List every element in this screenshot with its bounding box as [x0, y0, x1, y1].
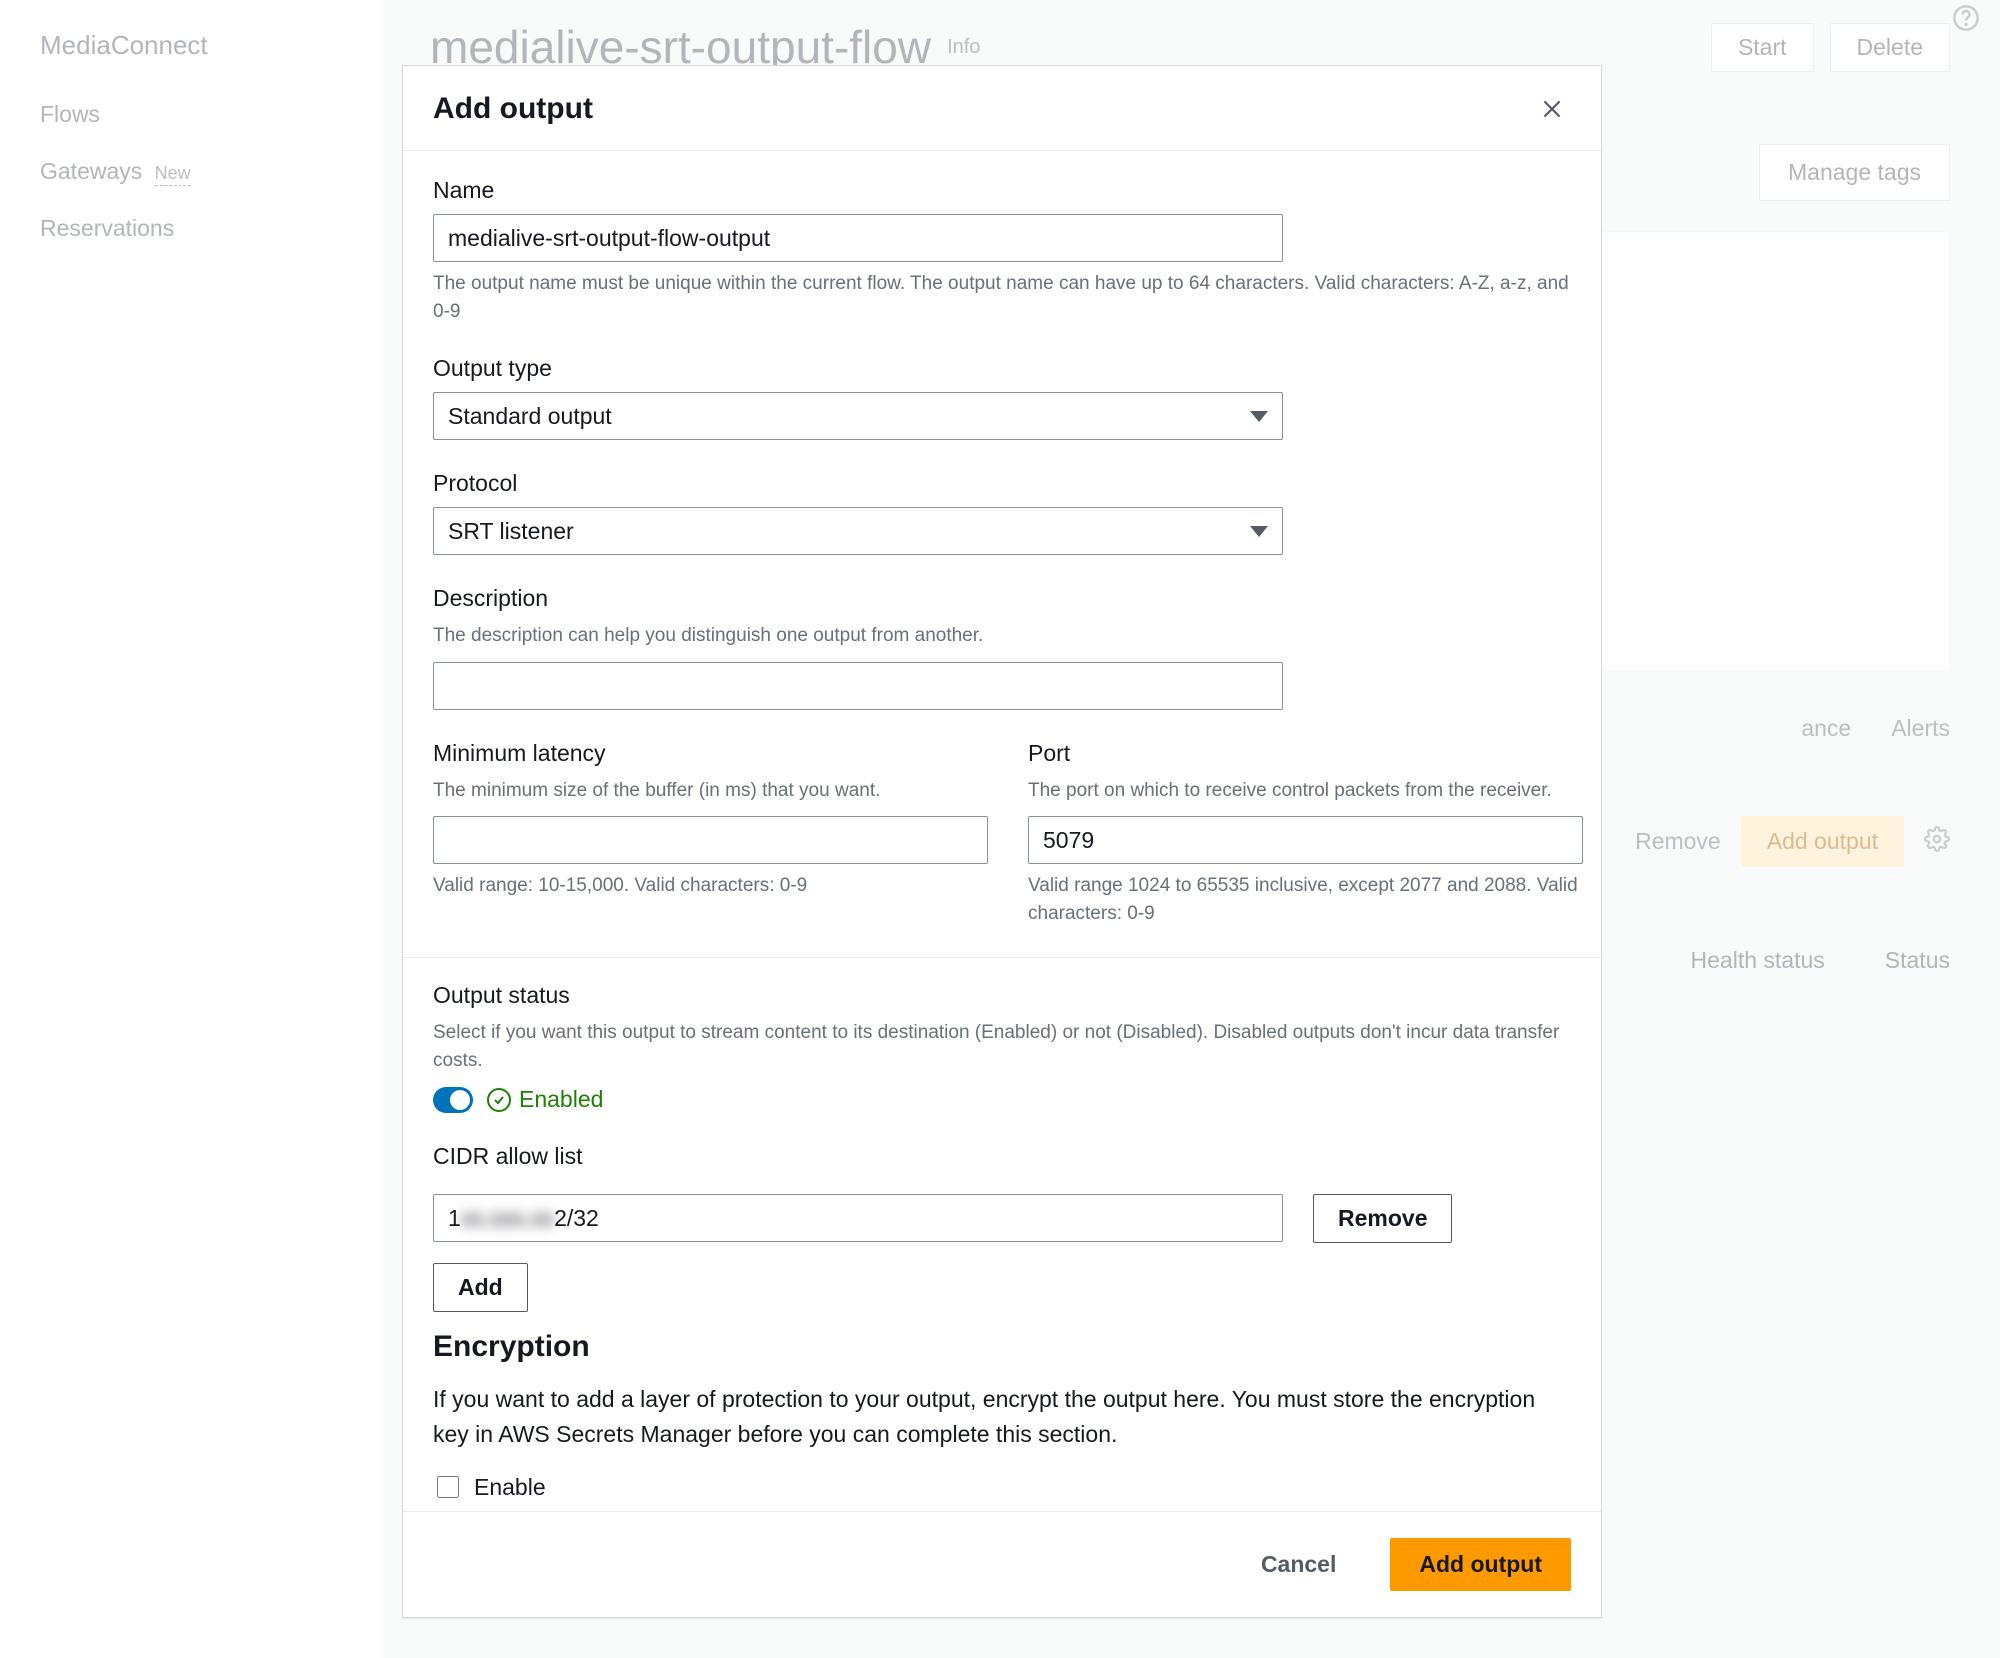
add-output-button-bg[interactable]: Add output: [1741, 816, 1904, 867]
output-status-sublabel: Select if you want this output to stream…: [433, 1019, 1571, 1074]
name-help: The output name must be unique within th…: [433, 270, 1571, 325]
check-circle-icon: [487, 1088, 511, 1112]
field-protocol: Protocol SRT listener: [433, 470, 1571, 555]
field-port: Port The port on which to receive contro…: [1028, 740, 1583, 928]
caret-down-icon: [1250, 526, 1268, 537]
encryption-enable-checkbox[interactable]: Enable: [433, 1473, 1571, 1501]
field-name: Name The output name must be unique with…: [433, 177, 1571, 325]
divider: [403, 957, 1601, 958]
field-output-status: Output status Select if you want this ou…: [433, 982, 1571, 1113]
cancel-button[interactable]: Cancel: [1233, 1539, 1364, 1590]
cidr-value-redacted: xx.xxx.xx: [461, 1205, 554, 1232]
sidebar-item-flows[interactable]: Flows: [40, 101, 340, 128]
min-latency-help: Valid range: 10-15,000. Valid characters…: [433, 872, 988, 900]
field-description: Description The description can help you…: [433, 585, 1571, 710]
sidebar-item-label: Gateways: [40, 158, 142, 184]
description-sublabel: The description can help you distinguish…: [433, 622, 1571, 650]
port-label: Port: [1028, 740, 1583, 767]
output-type-value: Standard output: [448, 403, 612, 430]
name-input[interactable]: [433, 214, 1283, 262]
field-min-latency: Minimum latency The minimum size of the …: [433, 740, 988, 928]
description-input[interactable]: [433, 662, 1283, 710]
name-label: Name: [433, 177, 1571, 204]
new-badge: New: [155, 163, 191, 186]
sidebar-item-gateways[interactable]: Gateways New: [40, 158, 340, 185]
port-sublabel: The port on which to receive control pac…: [1028, 777, 1583, 805]
service-name: MediaConnect: [40, 30, 340, 61]
close-button[interactable]: [1533, 90, 1571, 128]
add-output-submit-button[interactable]: Add output: [1390, 1538, 1571, 1591]
modal-title: Add output: [433, 92, 593, 126]
output-status-value: Enabled: [519, 1086, 603, 1113]
protocol-value: SRT listener: [448, 518, 574, 545]
cidr-add-button[interactable]: Add: [433, 1263, 528, 1312]
sidebar: MediaConnect Flows Gateways New Reservat…: [0, 0, 380, 1658]
tab-maintenance[interactable]: ance: [1801, 701, 1851, 756]
encryption-heading: Encryption: [433, 1330, 1571, 1364]
cidr-remove-button[interactable]: Remove: [1313, 1194, 1452, 1243]
manage-tags-button[interactable]: Manage tags: [1759, 144, 1950, 201]
cidr-value-prefix: 1: [448, 1205, 461, 1232]
add-output-modal: Add output Name The output name must be …: [402, 65, 1602, 1618]
encryption-description: If you want to add a layer of protection…: [433, 1382, 1571, 1451]
col-status: Status: [1885, 947, 1950, 974]
caret-down-icon: [1250, 411, 1268, 422]
status-badge: Enabled: [487, 1086, 603, 1113]
output-type-select[interactable]: Standard output: [433, 392, 1283, 440]
protocol-select[interactable]: SRT listener: [433, 507, 1283, 555]
output-type-label: Output type: [433, 355, 1571, 382]
output-status-label: Output status: [433, 982, 1571, 1009]
min-latency-sublabel: The minimum size of the buffer (in ms) t…: [433, 777, 988, 805]
sidebar-item-reservations[interactable]: Reservations: [40, 215, 340, 242]
protocol-label: Protocol: [433, 470, 1571, 497]
field-cidr: CIDR allow list 1 xx.xxx.xx 2/32 Remove …: [433, 1143, 1571, 1312]
min-latency-input[interactable]: [433, 816, 988, 864]
port-help: Valid range 1024 to 65535 inclusive, exc…: [1028, 872, 1583, 927]
delete-button[interactable]: Delete: [1830, 23, 1950, 72]
col-health-status: Health status: [1691, 947, 1825, 974]
close-icon: [1539, 110, 1565, 125]
start-button[interactable]: Start: [1711, 23, 1814, 72]
output-status-toggle[interactable]: [433, 1087, 473, 1113]
encryption-enable-label: Enable: [474, 1474, 546, 1501]
help-icon[interactable]: [1952, 4, 1980, 38]
cidr-input[interactable]: 1 xx.xxx.xx 2/32: [433, 1194, 1283, 1242]
cidr-value-suffix: 2/32: [554, 1205, 599, 1232]
field-output-type: Output type Standard output: [433, 355, 1571, 440]
gear-icon[interactable]: [1924, 826, 1950, 858]
tab-alerts[interactable]: Alerts: [1891, 701, 1950, 756]
description-label: Description: [433, 585, 1571, 612]
min-latency-label: Minimum latency: [433, 740, 988, 767]
cidr-label: CIDR allow list: [433, 1143, 1571, 1170]
page-info-link[interactable]: Info: [947, 36, 980, 59]
remove-output-link[interactable]: Remove: [1635, 828, 1721, 855]
port-input[interactable]: [1028, 816, 1583, 864]
encryption-enable-input[interactable]: [437, 1476, 459, 1498]
